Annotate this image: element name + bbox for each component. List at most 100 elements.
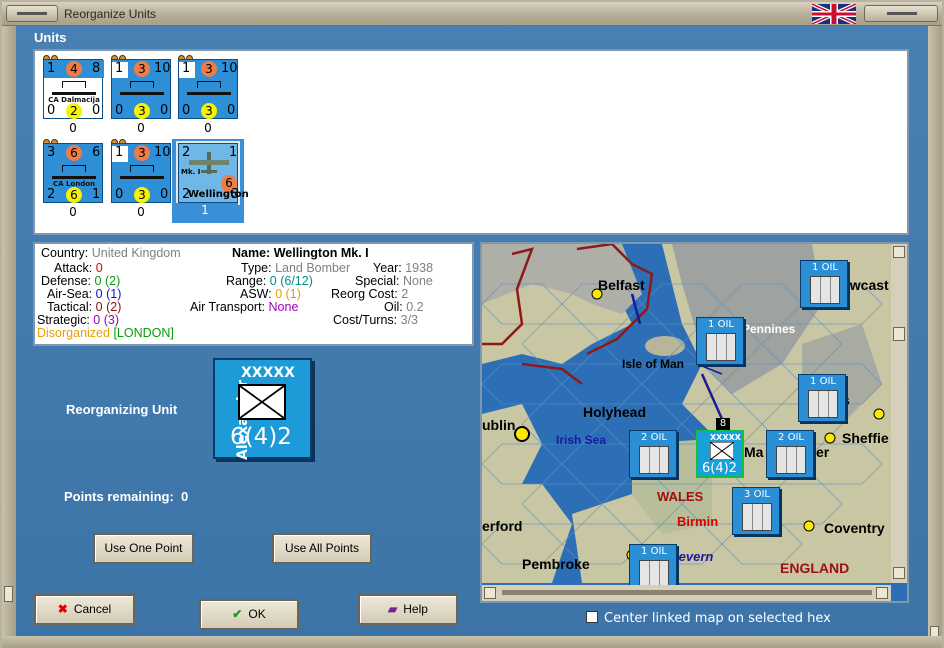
unit-count: 0 — [204, 121, 212, 135]
unit-info-panel: Country: United Kingdom Attack: 0 Defens… — [33, 242, 474, 346]
strategic-paren: (3) — [103, 313, 120, 327]
map-label-sheffield: Sheffie — [842, 430, 889, 446]
close-button[interactable] — [864, 5, 938, 22]
unit-stat: 1 — [115, 145, 124, 160]
cancel-label: Cancel — [73, 602, 112, 616]
unit-stat: 3 — [47, 145, 56, 160]
oil-counter[interactable]: 2 OIL — [766, 430, 814, 478]
reorganizing-unit-label: Reorganizing Unit — [66, 402, 178, 417]
defense-paren: (2) — [104, 274, 121, 288]
tactical-paren: (2) — [106, 300, 122, 314]
use-one-point-button[interactable]: Use One Point — [93, 533, 194, 564]
unit-stat: 0 — [115, 187, 124, 202]
map-label-wales: WALES — [657, 489, 704, 504]
airtransport-label: Air Transport: — [190, 300, 266, 314]
title-bar: Reorganize Units — [2, 2, 942, 26]
oil-counter-label: 1 OIL — [812, 262, 838, 273]
oil-counter[interactable]: 1 OIL — [798, 374, 846, 422]
unit-stat-circle: 3 — [134, 61, 150, 77]
oil-barrels-icon — [776, 446, 806, 474]
unit-stat-circle: 2 — [66, 103, 82, 119]
oil-counter[interactable]: 2 OIL — [629, 430, 677, 478]
center-linked-map-option[interactable]: Center linked map on selected hex — [586, 611, 831, 626]
vertical-scroll-thumb[interactable] — [893, 327, 905, 341]
map-vertical-scrollbar[interactable] — [891, 244, 907, 583]
use-all-points-button[interactable]: Use All Points — [272, 533, 372, 564]
defense-value: 0 — [94, 274, 102, 288]
oil-counter-label: 3 OIL — [744, 489, 770, 500]
scroll-up-button[interactable] — [893, 246, 905, 258]
asw-label: ASW: — [240, 287, 272, 301]
unit-stat: 0 — [92, 103, 101, 118]
center-linked-map-checkbox[interactable] — [586, 611, 598, 623]
unit-subname: Mk. I — [181, 168, 201, 176]
horizontal-scroll-track[interactable] — [502, 590, 872, 595]
reorganizing-unit-counter[interactable]: XXXXX Alexander 6(4)2 — [213, 358, 312, 460]
unit-stat: 10 — [154, 61, 171, 76]
unit-stat: 0 — [227, 103, 236, 118]
map-label-irish-sea: Irish Sea — [556, 433, 607, 447]
status-disorganized: Disorganized — [37, 326, 110, 340]
defense-label: Defense: — [41, 274, 92, 288]
unit-counter[interactable]: 1 3 10 0 3 0 — [111, 143, 171, 203]
airsea-value: 0 — [95, 287, 103, 301]
costturns-label: Cost/Turns: — [333, 313, 398, 327]
units-section-label: Units — [34, 30, 67, 45]
oil-counter[interactable]: 1 OIL — [800, 260, 848, 308]
bottom-rail — [2, 636, 942, 648]
oil-counter[interactable]: 1 OIL — [696, 317, 744, 365]
oil-counter[interactable]: 3 OIL — [732, 487, 780, 535]
map-label-manchester: Ma — [744, 444, 764, 460]
oil-counter-label: 1 OIL — [641, 546, 667, 557]
minimize-button[interactable] — [6, 5, 58, 22]
cancel-button[interactable]: ✖ Cancel — [34, 594, 135, 625]
ship-icon — [52, 165, 96, 179]
strategic-value: 0 — [93, 313, 101, 327]
unit-stat: 10 — [221, 61, 238, 76]
map-label-manchester-end: er — [816, 444, 830, 460]
name-value: Wellington Mk. I — [273, 246, 369, 260]
uk-flag-icon — [812, 4, 856, 24]
oil-value: 0.2 — [406, 300, 424, 314]
attack-value: 0 — [95, 261, 103, 275]
oil-barrels-icon — [808, 390, 838, 418]
unit-counter[interactable]: 3 6 6 CA London 2 6 1 — [43, 143, 103, 203]
unit-stat: 1 — [115, 61, 124, 76]
oil-counter-label: 2 OIL — [641, 432, 667, 443]
ok-check-icon: ✔ — [232, 607, 243, 621]
map-horizontal-scrollbar[interactable] — [482, 585, 891, 601]
unit-count: 0 — [137, 205, 145, 219]
unit-stat: 0 — [182, 103, 191, 118]
help-button[interactable]: ▰ Help — [358, 594, 458, 625]
ok-button[interactable]: ✔ OK — [199, 599, 299, 630]
unit-counter[interactable]: 1 3 10 0 3 0 — [111, 59, 171, 119]
unit-stat-circle: 3 — [201, 61, 217, 77]
unit-count-selected: 1 — [172, 203, 238, 219]
left-rail-handle[interactable] — [4, 586, 13, 602]
unit-stat: 1 — [182, 61, 191, 76]
asw-value: 0 (1) — [275, 287, 301, 301]
scroll-right-button[interactable] — [876, 587, 888, 599]
scroll-left-button[interactable] — [484, 587, 496, 599]
ship-icon — [187, 81, 231, 95]
unit-counter[interactable]: 1 4 8 CA Dalmacija 0 2 0 — [43, 59, 104, 119]
linked-map[interactable]: Belfast Pennines ewcast Isle of Man Holy… — [480, 242, 909, 603]
points-remaining-value: 0 — [181, 489, 189, 504]
points-remaining: Points remaining: 0 — [64, 489, 188, 504]
unit-counter[interactable]: 1 3 10 0 3 0 — [178, 59, 238, 119]
unit-indicator-dots — [111, 135, 131, 146]
country-value: United Kingdom — [91, 246, 181, 260]
unit-indicator-dots — [111, 51, 131, 62]
map-hq-counter[interactable]: XXXXX 6(4)2 — [696, 430, 744, 478]
range-value: 0 (6/12) — [269, 274, 313, 288]
map-label-belfast: Belfast — [598, 277, 645, 293]
window-frame: Reorganize Units Units 1 4 8 CA Dalmacij… — [0, 0, 944, 648]
oil-counter-label: 1 OIL — [708, 319, 734, 330]
scroll-down-button[interactable] — [893, 567, 905, 579]
unit-stat: 0 — [160, 103, 169, 118]
unit-stat: 2 — [47, 187, 56, 202]
unit-stat-circle: 3 — [134, 187, 150, 203]
center-linked-map-label: Center linked map on selected hex — [604, 611, 831, 626]
unit-stat: 0 — [47, 103, 56, 118]
unit-counter-selected[interactable]: 2 1 Mk. I 6 2 Wellington 3 — [176, 141, 249, 205]
